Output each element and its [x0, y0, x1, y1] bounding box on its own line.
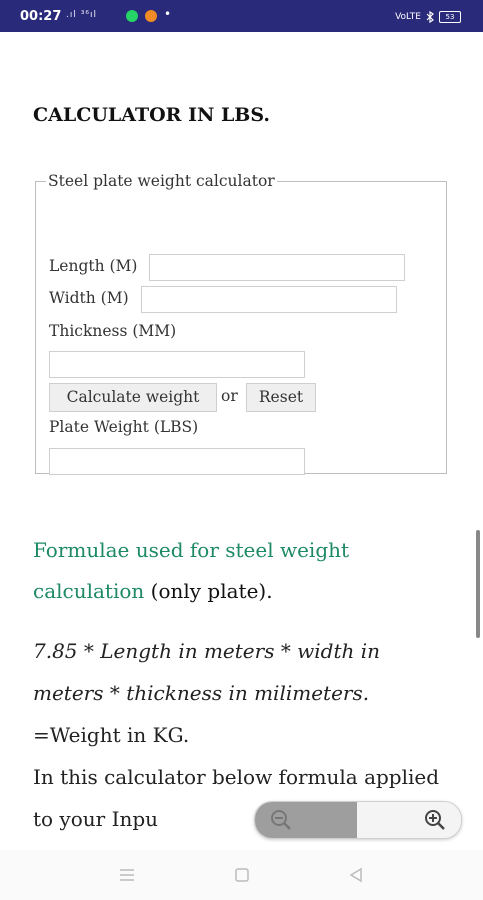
- battery-icon: 53: [439, 11, 461, 23]
- home-icon[interactable]: [233, 866, 251, 884]
- zoom-out-button[interactable]: [255, 802, 357, 838]
- status-time: 00:27: [20, 9, 62, 24]
- status-bar: 00:27 .ıl ³⁶ıl • VoLTE 53: [0, 0, 483, 32]
- form-legend: Steel plate weight calculator: [48, 172, 275, 190]
- width-input[interactable]: [141, 286, 397, 313]
- reset-button[interactable]: Reset: [246, 383, 316, 412]
- thickness-input[interactable]: [49, 351, 305, 378]
- result-output[interactable]: [49, 448, 305, 475]
- or-text: or: [221, 387, 238, 405]
- formula-expression: 7.85 * Length in meters * width in meter…: [33, 639, 381, 705]
- zoom-in-icon: [425, 810, 445, 830]
- zoom-out-icon: [271, 810, 291, 830]
- length-input[interactable]: [149, 254, 405, 281]
- menu-icon[interactable]: [118, 866, 136, 884]
- back-icon[interactable]: [347, 866, 365, 884]
- navigation-bar: [0, 850, 483, 900]
- notification-app-icon: [145, 10, 157, 22]
- whatsapp-icon: [126, 10, 138, 22]
- bluetooth-icon: [426, 11, 434, 23]
- formula-result: =Weight in KG.: [33, 723, 190, 747]
- formula-suffix: (only plate).: [144, 579, 273, 603]
- signal-icon: .ıl ³⁶ıl: [66, 10, 97, 20]
- page-title: CALCULATOR IN LBS.: [33, 104, 271, 126]
- scrollbar[interactable]: [476, 530, 480, 638]
- length-label: Length (M): [49, 257, 138, 275]
- result-label: Plate Weight (LBS): [49, 418, 199, 436]
- volte-icon: VoLTE: [395, 12, 421, 22]
- zoom-in-button[interactable]: [357, 802, 461, 838]
- calculator-form: Steel plate weight calculator Length (M)…: [35, 172, 447, 475]
- width-label: Width (M): [49, 289, 129, 307]
- status-right: VoLTE 53: [395, 11, 461, 23]
- more-notifications-icon: •: [164, 7, 172, 21]
- zoom-controls: [254, 801, 462, 839]
- thickness-label: Thickness (MM): [49, 322, 177, 340]
- formula-heading: Formulae used for steel weight calculati…: [33, 530, 413, 612]
- calculate-weight-button[interactable]: Calculate weight: [49, 383, 217, 412]
